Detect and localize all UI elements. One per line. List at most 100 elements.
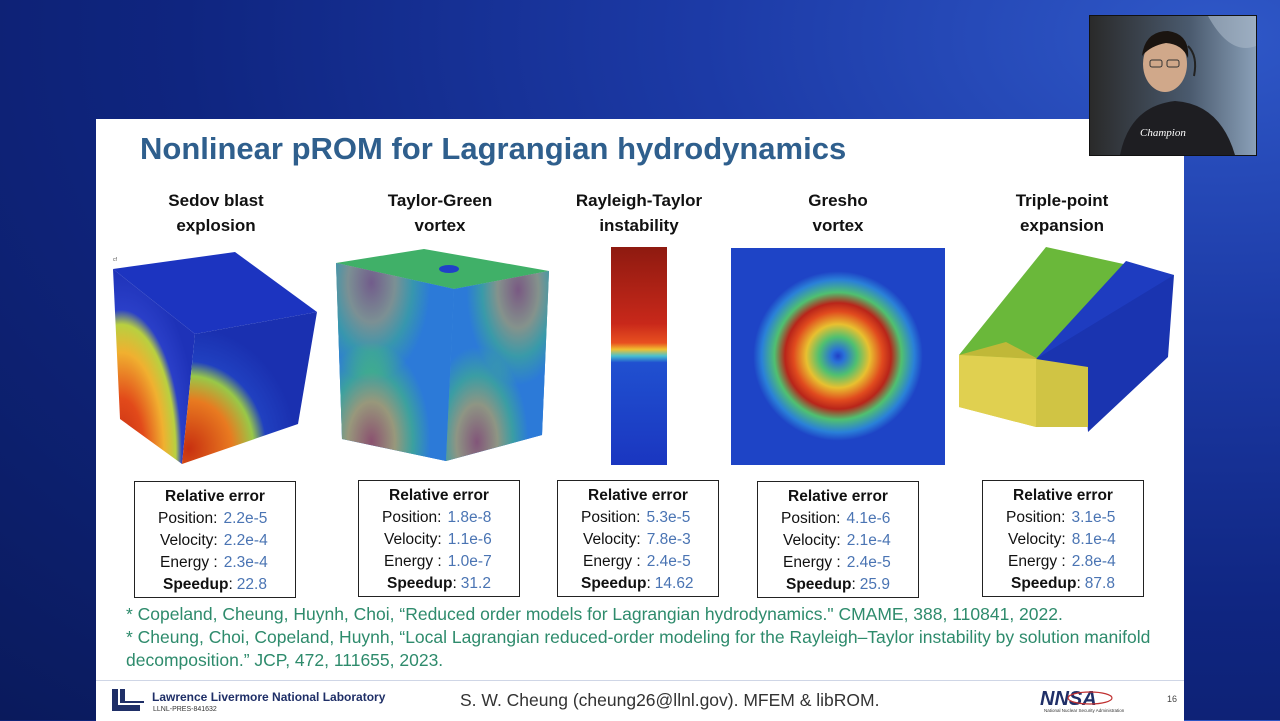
speedup-row: Speedup: 14.62 xyxy=(558,573,718,595)
panel-title-line1: Gresho xyxy=(808,191,868,210)
energy-row: Energy : 2.3e-4 xyxy=(135,552,295,574)
energy-label: Energy : xyxy=(1008,553,1066,570)
velocity-label: Velocity: xyxy=(783,532,841,549)
speedup-label: Speedup xyxy=(786,576,852,593)
speedup-value: 14.62 xyxy=(654,575,694,592)
energy-value: 1.0e-7 xyxy=(447,553,492,570)
energy-value: 2.4e-5 xyxy=(846,554,891,571)
panel-title-line2: explosion xyxy=(176,216,256,235)
energy-row: Energy : 2.8e-4 xyxy=(983,551,1143,573)
velocity-value: 2.1e-4 xyxy=(846,532,891,549)
energy-row: Energy : 2.4e-5 xyxy=(758,552,918,574)
panel-title-taylor-green: Taylor-Green vortex xyxy=(340,188,540,238)
error-box-sedov: Relative error Position: 2.2e-5 Velocity:… xyxy=(134,481,296,598)
presenter-webcam: Champion xyxy=(1089,15,1257,156)
speedup-row: Speedup: 22.8 xyxy=(135,574,295,596)
position-row: Position: 5.3e-5 xyxy=(558,507,718,529)
energy-row: Energy : 1.0e-7 xyxy=(359,551,519,573)
panel-title-line1: Triple-point xyxy=(1015,191,1109,210)
footer-author-text: S. W. Cheung (cheung26@llnl.gov). MFEM &… xyxy=(460,690,880,710)
shirt-text: Champion xyxy=(1140,127,1186,139)
error-heading: Relative error xyxy=(588,487,688,504)
slide-footer: Lawrence Livermore National Laboratory L… xyxy=(96,680,1184,721)
error-box-gresho: Relative error Position: 4.1e-6 Velocity:… xyxy=(757,481,919,598)
energy-row: Energy : 2.4e-5 xyxy=(558,551,718,573)
energy-label: Energy : xyxy=(783,554,841,571)
position-row: Position: 1.8e-8 xyxy=(359,507,519,529)
position-label: Position: xyxy=(1006,509,1066,526)
velocity-value: 8.1e-4 xyxy=(1071,531,1116,548)
speedup-label: Speedup xyxy=(1011,575,1077,592)
position-label: Position: xyxy=(382,509,442,526)
panel-title-gresho: Gresho vortex xyxy=(738,188,938,238)
references: * Copeland, Cheung, Huynh, Choi, “Reduce… xyxy=(126,603,1166,672)
panel-title-line2: vortex xyxy=(812,216,864,235)
speedup-value: 25.9 xyxy=(859,576,890,593)
position-value: 3.1e-5 xyxy=(1071,509,1116,526)
panel-title-line1: Sedov blast xyxy=(168,191,264,210)
triple-point-image xyxy=(959,247,1174,432)
error-box-rayleigh-taylor: Relative error Position: 5.3e-5 Velocity:… xyxy=(557,480,719,597)
velocity-label: Velocity: xyxy=(160,532,218,549)
sedov-blast-image: cf xyxy=(113,252,317,464)
velocity-label: Velocity: xyxy=(583,531,641,548)
page-number: 16 xyxy=(1167,694,1178,704)
panel-title-triple-point: Triple-point expansion xyxy=(962,188,1162,238)
energy-label: Energy : xyxy=(160,554,218,571)
speedup-value: 22.8 xyxy=(236,576,267,593)
slide-title: Nonlinear pROM for Lagrangian hydrodynam… xyxy=(140,131,847,166)
energy-value: 2.3e-4 xyxy=(223,554,268,571)
presentation-slide: Nonlinear pROM for Lagrangian hydrodynam… xyxy=(96,119,1184,721)
velocity-value: 2.2e-4 xyxy=(223,532,268,549)
position-value: 5.3e-5 xyxy=(646,509,691,526)
velocity-row: Velocity: 7.8e-3 xyxy=(558,529,718,551)
gresho-vortex-image xyxy=(731,248,945,465)
reference-item: * Copeland, Cheung, Huynh, Choi, “Reduce… xyxy=(126,604,1063,624)
position-row: Position: 3.1e-5 xyxy=(983,507,1143,529)
panel-title-line2: instability xyxy=(599,216,679,235)
rayleigh-taylor-image xyxy=(611,247,667,465)
position-label: Position: xyxy=(781,510,841,527)
position-label: Position: xyxy=(158,510,218,527)
nnsa-logo-icon: NNSA xyxy=(1040,688,1113,709)
error-box-taylor-green: Relative error Position: 1.8e-8 Velocity:… xyxy=(358,480,520,597)
speedup-row: Speedup: 25.9 xyxy=(758,574,918,596)
panel-title-line2: vortex xyxy=(414,216,466,235)
velocity-row: Velocity: 1.1e-6 xyxy=(359,529,519,551)
energy-label: Energy : xyxy=(384,553,442,570)
position-label: Position: xyxy=(581,509,641,526)
velocity-value: 1.1e-6 xyxy=(447,531,492,548)
svg-text:cf: cf xyxy=(113,257,118,263)
lab-code: LLNL-PRES-841632 xyxy=(153,706,217,713)
velocity-row: Velocity: 8.1e-4 xyxy=(983,529,1143,551)
error-heading: Relative error xyxy=(1013,487,1113,504)
panel-title-line1: Taylor-Green xyxy=(387,191,493,210)
llnl-logo-icon xyxy=(112,689,144,711)
taylor-green-image xyxy=(336,249,549,461)
energy-label: Energy : xyxy=(583,553,641,570)
speedup-row: Speedup: 31.2 xyxy=(359,573,519,595)
position-value: 1.8e-8 xyxy=(447,509,492,526)
speedup-value: 87.8 xyxy=(1084,575,1115,592)
velocity-row: Velocity: 2.2e-4 xyxy=(135,530,295,552)
error-heading: Relative error xyxy=(165,488,265,505)
panel-title-rayleigh-taylor: Rayleigh-Taylor instability xyxy=(539,188,739,238)
speedup-value: 31.2 xyxy=(460,575,491,592)
position-value: 4.1e-6 xyxy=(846,510,891,527)
velocity-label: Velocity: xyxy=(384,531,442,548)
panel-title-line1: Rayleigh-Taylor xyxy=(575,191,703,210)
velocity-row: Velocity: 2.1e-4 xyxy=(758,530,918,552)
speedup-label: Speedup xyxy=(581,575,647,592)
error-heading: Relative error xyxy=(389,487,489,504)
velocity-label: Velocity: xyxy=(1008,531,1066,548)
velocity-value: 7.8e-3 xyxy=(646,531,691,548)
reference-item: * Cheung, Choi, Copeland, Huynh, “Local … xyxy=(126,627,1151,670)
position-row: Position: 4.1e-6 xyxy=(758,508,918,530)
speedup-label: Speedup xyxy=(163,576,229,593)
nnsa-name: National Nuclear Security Administration xyxy=(1044,708,1125,713)
position-row: Position: 2.2e-5 xyxy=(135,508,295,530)
error-box-triple-point: Relative error Position: 3.1e-5 Velocity:… xyxy=(982,480,1144,597)
position-value: 2.2e-5 xyxy=(223,510,268,527)
energy-value: 2.8e-4 xyxy=(1071,553,1116,570)
lab-name: Lawrence Livermore National Laboratory xyxy=(152,690,386,704)
